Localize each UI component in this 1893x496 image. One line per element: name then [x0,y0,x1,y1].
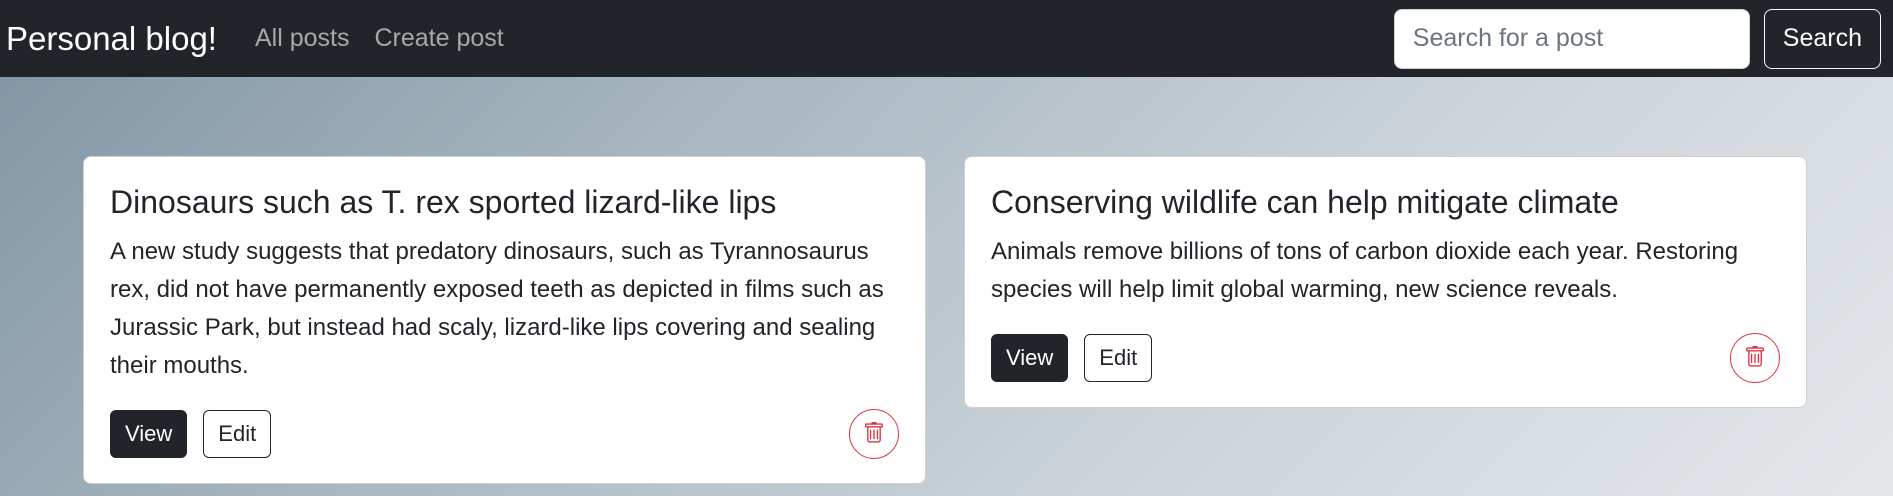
post-actions: View Edit [991,333,1780,384]
post-title: Conserving wildlife can help mitigate cl… [991,184,1619,220]
view-post-button[interactable]: View [991,334,1069,383]
top-navbar: Personal blog! All posts Create post Sea… [0,0,1893,77]
post-title: Dinosaurs such as T. rex sported lizard-… [110,184,777,220]
brand-title[interactable]: Personal blog! [6,20,217,58]
search-input[interactable] [1393,8,1750,69]
trash-icon [863,421,885,448]
post-summary: Animals remove billions of tons of carbo… [991,238,1739,304]
nav-link-create-post[interactable]: Create post [374,24,503,53]
post-card: Conserving wildlife can help mitigate cl… [964,156,1807,409]
edit-post-button[interactable]: Edit [1084,334,1153,383]
delete-post-button[interactable] [849,409,899,460]
delete-post-button[interactable] [1730,333,1780,384]
trash-icon [1744,345,1766,372]
nav-link-all-posts[interactable]: All posts [255,24,349,53]
view-post-button[interactable]: View [110,410,188,459]
post-actions: View Edit [110,409,899,460]
search-button[interactable]: Search [1763,8,1881,69]
post-card: Dinosaurs such as T. rex sported lizard-… [83,156,926,485]
post-summary: A new study suggests that predatory dino… [110,238,884,380]
posts-container: Dinosaurs such as T. rex sported lizard-… [0,77,1893,496]
edit-post-button[interactable]: Edit [203,410,272,459]
search-form: Search [1393,8,1887,69]
